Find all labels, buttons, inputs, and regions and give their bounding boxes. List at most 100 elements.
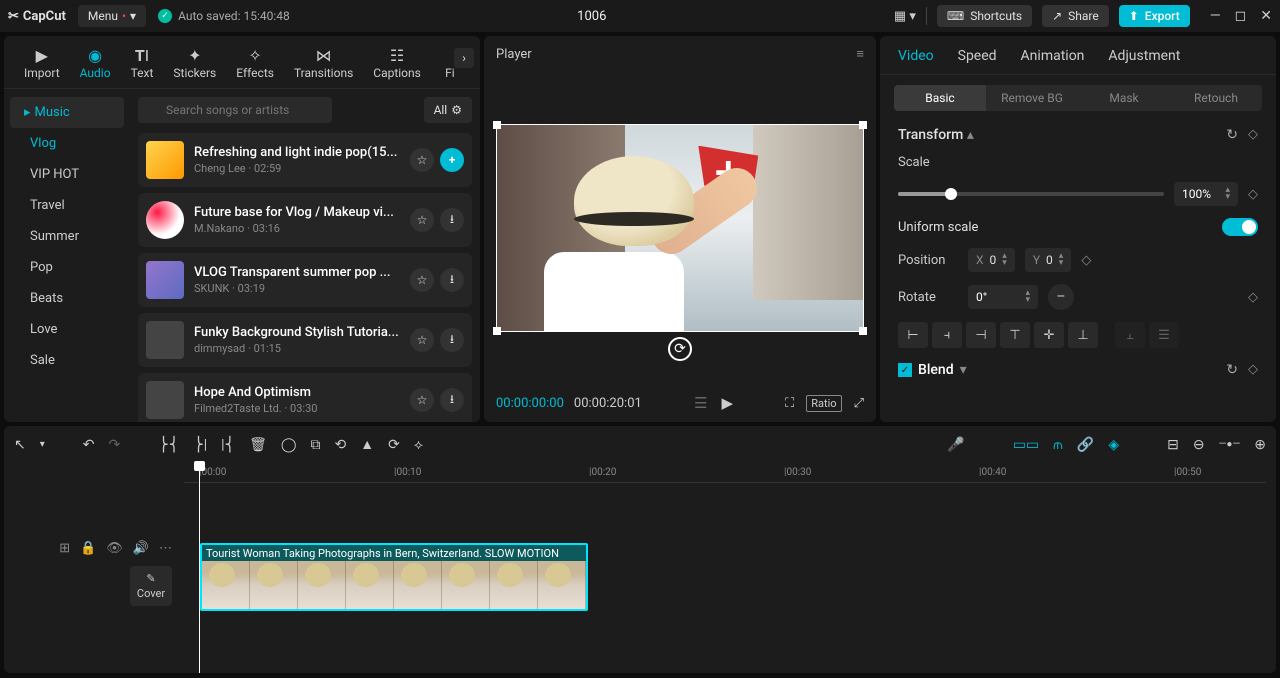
preview-snap-icon[interactable]: ◈: [1108, 437, 1119, 453]
trim-left-icon[interactable]: ⎬|: [193, 437, 207, 453]
subtab-retouch[interactable]: Retouch: [1170, 85, 1262, 111]
blend-checkbox[interactable]: ✓: [898, 363, 912, 377]
track-item[interactable]: VLOG Transparent summer pop ...SKUNK · 0…: [138, 253, 472, 307]
scale-slider[interactable]: [898, 192, 1164, 196]
keyframe-icon[interactable]: ◇: [1248, 290, 1258, 305]
playhead[interactable]: [199, 463, 200, 673]
music-cat-vlog[interactable]: Vlog: [4, 128, 130, 159]
track-item[interactable]: Funky Background Stylish Tutoria...dimmy…: [138, 313, 472, 367]
delete-icon[interactable]: 🗑: [249, 437, 267, 453]
reset-icon[interactable]: ↻: [1226, 362, 1238, 378]
align-bottom[interactable]: ⊥: [1068, 322, 1098, 348]
align-left[interactable]: ⊢: [898, 322, 928, 348]
rotate-input[interactable]: 0°▴▾: [968, 285, 1038, 309]
tab-video[interactable]: Video: [898, 48, 934, 74]
redo-icon[interactable]: ↷: [109, 437, 121, 453]
undo-icon[interactable]: ↶: [83, 437, 95, 453]
shortcuts-button[interactable]: ⌨Shortcuts: [937, 5, 1032, 27]
favorite-icon[interactable]: ☆: [410, 328, 434, 352]
zoom-out-icon[interactable]: ⊖: [1193, 437, 1205, 453]
subtab-removebg[interactable]: Remove BG: [986, 85, 1078, 111]
layout-icon[interactable]: ▦ ▾: [894, 9, 916, 24]
focus-icon[interactable]: ⛶: [785, 396, 794, 411]
keyframe-icon[interactable]: ◇: [1248, 362, 1258, 378]
add-track-button[interactable]: +: [440, 148, 464, 172]
music-cat-beats[interactable]: Beats: [4, 283, 130, 314]
mark-icon[interactable]: ◯: [281, 437, 297, 453]
music-cat-love[interactable]: Love: [4, 314, 130, 345]
mic-icon[interactable]: 🎤: [947, 437, 964, 453]
trim-right-icon[interactable]: |⎨: [221, 437, 235, 453]
sync-icon[interactable]: [668, 337, 692, 361]
visibility-icon[interactable]: 👁: [106, 541, 123, 556]
music-cat-viphot[interactable]: VIP HOT: [4, 159, 130, 190]
play-icon[interactable]: ▶: [721, 394, 733, 412]
music-cat-travel[interactable]: Travel: [4, 190, 130, 221]
reset-icon[interactable]: ↻: [1226, 127, 1238, 143]
track-item[interactable]: Hope And OptimismFilmed2Taste Ltd. · 03:…: [138, 373, 472, 422]
reverse-icon[interactable]: ⟲: [335, 437, 347, 453]
zoom-in-icon[interactable]: ⊕: [1254, 437, 1266, 453]
timeline-ruler[interactable]: |00:00 |00:10 |00:20 |00:30 |00:40 |00:5…: [184, 463, 1266, 483]
share-button[interactable]: ↗Share: [1042, 5, 1109, 27]
cover-button[interactable]: ✎ Cover: [130, 566, 172, 606]
track-item[interactable]: Refreshing and light indie pop(15...Chen…: [138, 133, 472, 187]
download-icon[interactable]: ⭳: [440, 388, 464, 412]
tab-transitions[interactable]: ⋈Transitions: [284, 42, 363, 88]
tab-import[interactable]: ▶Import: [14, 42, 70, 88]
minimize-icon[interactable]: —: [1210, 8, 1221, 24]
flip-button[interactable]: –: [1048, 284, 1074, 310]
tab-speed[interactable]: Speed: [958, 48, 997, 74]
tab-text[interactable]: TIText: [121, 42, 164, 88]
favorite-icon[interactable]: ☆: [410, 388, 434, 412]
tab-adjustment[interactable]: Adjustment: [1108, 48, 1180, 74]
fullscreen-icon[interactable]: ⤢: [854, 396, 864, 411]
position-x-input[interactable]: X0▴▾: [968, 248, 1015, 272]
favorite-icon[interactable]: ☆: [410, 148, 434, 172]
pointer-tool[interactable]: ↖: [14, 437, 26, 453]
blend-section[interactable]: ✓Blend ▾: [898, 362, 967, 378]
favorite-icon[interactable]: ☆: [410, 208, 434, 232]
download-icon[interactable]: ⭳: [440, 208, 464, 232]
track-item[interactable]: Future base for Vlog / Makeup vi...M.Nak…: [138, 193, 472, 247]
download-icon[interactable]: ⭳: [440, 268, 464, 292]
mirror-icon[interactable]: ▲: [360, 436, 374, 453]
keyframe-icon[interactable]: ◇: [1248, 187, 1258, 202]
filter-all-button[interactable]: All⚙: [424, 97, 472, 123]
uniform-scale-toggle[interactable]: [1222, 218, 1258, 236]
align-right[interactable]: ⊣: [966, 322, 996, 348]
music-cat-summer[interactable]: Summer: [4, 221, 130, 252]
align-center-h[interactable]: ⫞: [932, 322, 962, 348]
mute-icon[interactable]: 🔊: [133, 541, 149, 556]
tab-captions[interactable]: ☷Captions: [363, 42, 431, 88]
music-header[interactable]: ▸Music: [10, 97, 124, 128]
lock-icon[interactable]: 🔒: [80, 541, 96, 556]
menu-button[interactable]: Menu•▾: [78, 5, 146, 27]
video-clip[interactable]: Tourist Woman Taking Photographs in Bern…: [200, 543, 588, 611]
tabs-more-button[interactable]: ›: [454, 48, 474, 68]
subtab-basic[interactable]: Basic: [894, 85, 986, 111]
split-icon[interactable]: ⎬⎨: [158, 437, 179, 453]
tab-audio[interactable]: ◉Audio: [70, 42, 121, 88]
favorite-icon[interactable]: ☆: [410, 268, 434, 292]
align-top[interactable]: ⊤: [1000, 322, 1030, 348]
tab-animation[interactable]: Animation: [1021, 48, 1085, 74]
export-button[interactable]: ⬆Export: [1119, 5, 1190, 27]
player-menu-icon[interactable]: ≡: [856, 46, 864, 62]
align-center-v[interactable]: ✛: [1034, 322, 1064, 348]
music-cat-sale[interactable]: Sale: [4, 345, 130, 376]
ratio-button[interactable]: Ratio: [806, 395, 841, 412]
search-input[interactable]: [138, 97, 332, 123]
scale-input[interactable]: 100%▴▾: [1174, 182, 1238, 206]
add-track-icon[interactable]: ⊞: [59, 541, 70, 556]
tab-effects[interactable]: ✧Effects: [226, 42, 284, 88]
keyframe-icon[interactable]: ◇: [1081, 253, 1091, 268]
tab-stickers[interactable]: ✦Stickers: [163, 42, 226, 88]
keyframe-icon[interactable]: ◇: [1248, 127, 1258, 143]
zoom-slider[interactable]: —●—: [1219, 439, 1241, 450]
list-icon[interactable]: ☰: [694, 394, 707, 412]
close-icon[interactable]: ✕: [1260, 8, 1272, 24]
subtab-mask[interactable]: Mask: [1078, 85, 1170, 111]
zoom-range-icon[interactable]: ⊟: [1167, 437, 1179, 453]
link-icon[interactable]: 🔗: [1077, 437, 1094, 453]
